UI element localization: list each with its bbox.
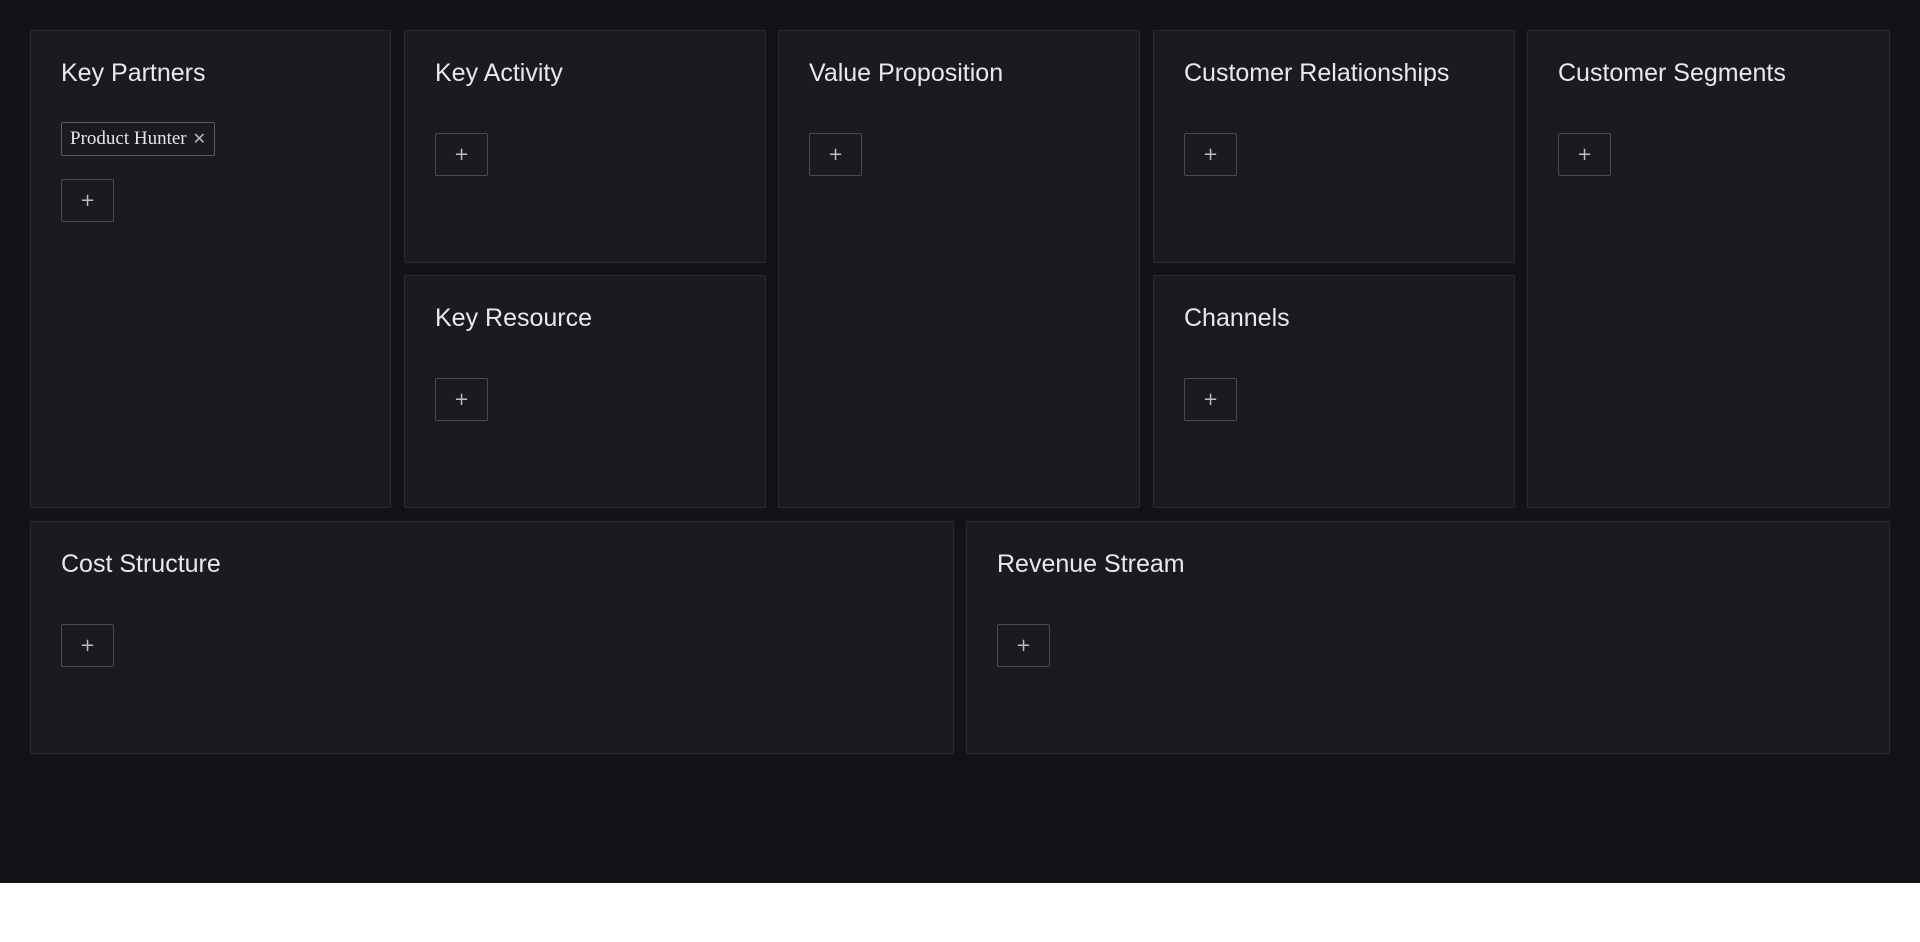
key-resource-title: Key Resource	[435, 304, 593, 332]
add-value-proposition-button[interactable]: +	[809, 133, 862, 176]
partner-tag-label: Product Hunter	[70, 128, 187, 149]
plus-icon: +	[1576, 144, 1593, 165]
channels-panel: Channels +	[1153, 275, 1515, 508]
business-model-canvas: Key Partners Product Hunter ✕ + Key Acti…	[0, 0, 1920, 883]
customer-segments-panel: Customer Segments +	[1527, 30, 1890, 508]
channels-title: Channels	[1184, 304, 1290, 332]
close-icon[interactable]: ✕	[193, 131, 206, 147]
key-partners-panel: Key Partners Product Hunter ✕ +	[30, 30, 391, 508]
cost-structure-title: Cost Structure	[61, 550, 221, 578]
key-activity-title: Key Activity	[435, 59, 563, 87]
add-key-resource-button[interactable]: +	[435, 378, 488, 421]
value-proposition-title: Value Proposition	[809, 59, 1004, 87]
plus-icon: +	[827, 144, 844, 165]
plus-icon: +	[1202, 389, 1219, 410]
plus-icon: +	[1202, 144, 1219, 165]
add-key-activity-button[interactable]: +	[435, 133, 488, 176]
customer-segments-title: Customer Segments	[1558, 59, 1786, 87]
plus-icon: +	[453, 144, 470, 165]
add-customer-relationship-button[interactable]: +	[1184, 133, 1237, 176]
key-activity-panel: Key Activity +	[404, 30, 766, 263]
plus-icon: +	[79, 190, 96, 211]
plus-icon: +	[453, 389, 470, 410]
key-resource-panel: Key Resource +	[404, 275, 766, 508]
add-channel-button[interactable]: +	[1184, 378, 1237, 421]
partner-tag[interactable]: Product Hunter ✕	[61, 122, 216, 156]
plus-icon: +	[79, 635, 96, 656]
customer-relationships-panel: Customer Relationships +	[1153, 30, 1515, 263]
revenue-stream-panel: Revenue Stream +	[966, 521, 1890, 754]
add-revenue-button[interactable]: +	[997, 624, 1050, 667]
value-proposition-panel: Value Proposition +	[778, 30, 1140, 508]
customer-relationships-title: Customer Relationships	[1184, 59, 1450, 87]
key-partners-title: Key Partners	[61, 59, 206, 87]
add-key-partner-button[interactable]: +	[61, 179, 114, 222]
plus-icon: +	[1015, 635, 1032, 656]
add-cost-button[interactable]: +	[61, 624, 114, 667]
add-customer-segment-button[interactable]: +	[1558, 133, 1611, 176]
revenue-stream-title: Revenue Stream	[997, 550, 1185, 578]
cost-structure-panel: Cost Structure +	[30, 521, 954, 754]
